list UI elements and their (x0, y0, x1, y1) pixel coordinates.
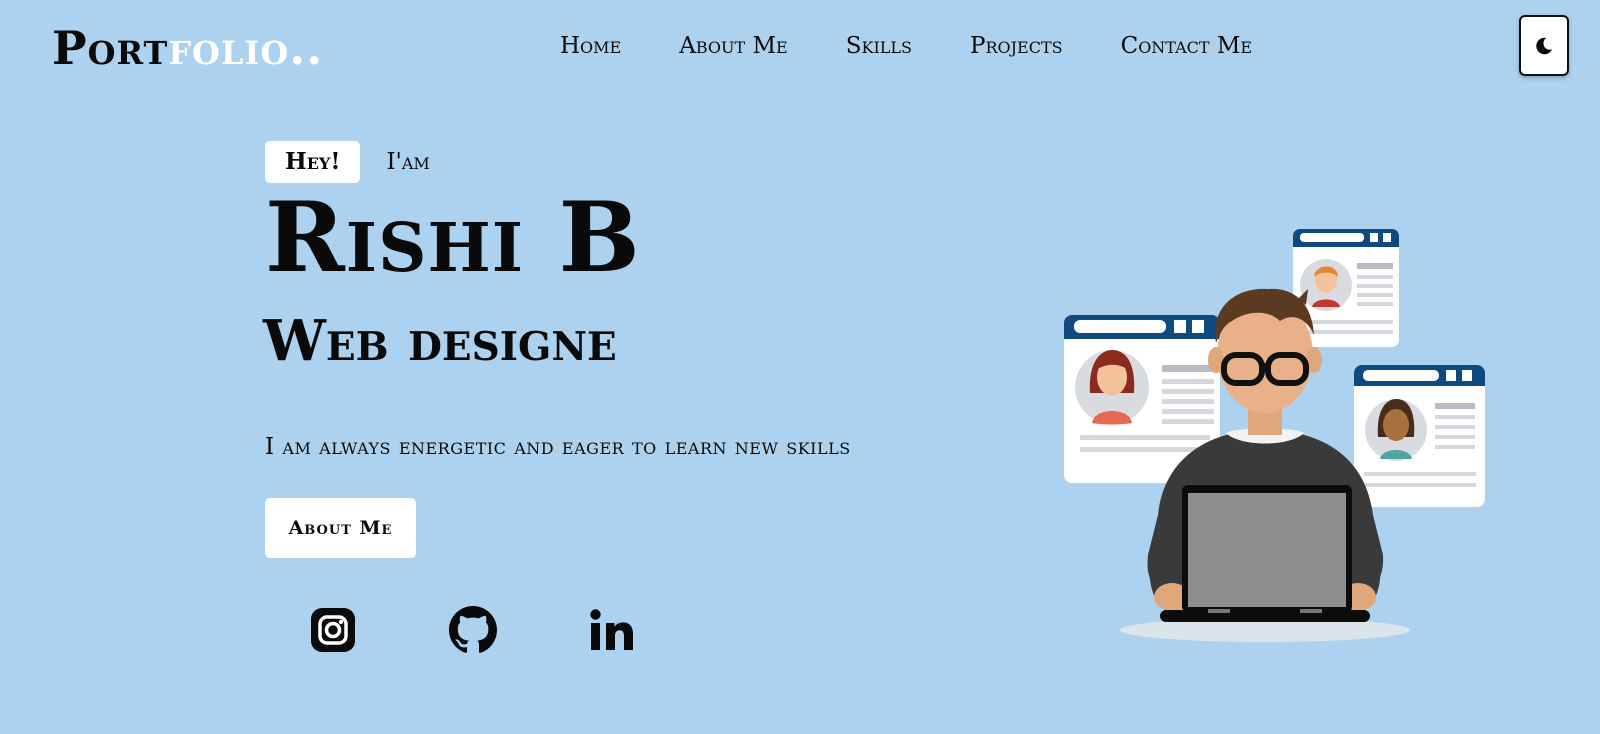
hero-role: Web designe (263, 308, 617, 374)
github-icon (449, 606, 497, 653)
profile-card-top (1293, 229, 1399, 347)
instagram-icon (311, 608, 355, 652)
logo[interactable]: Portfolio.. (52, 18, 323, 78)
intro-text: I'am (386, 149, 430, 175)
logo-primary: Port (52, 21, 169, 75)
greeting-badge: Hey! (265, 141, 361, 183)
moon-icon (1536, 37, 1553, 54)
github-link[interactable] (449, 606, 497, 654)
logo-secondary: folio.. (168, 21, 324, 75)
linkedin-icon (590, 609, 633, 650)
developer-illustration (1064, 229, 1485, 642)
greeting-row: Hey! I'am (265, 141, 430, 183)
hero-tagline: I am always energetic and eager to learn… (265, 434, 851, 460)
nav-projects[interactable]: Projects (970, 33, 1063, 59)
nav-contact-me[interactable]: Contact Me (1121, 33, 1253, 59)
hero-name: Rishi B (265, 181, 641, 294)
instagram-link[interactable] (309, 606, 357, 654)
portfolio-page: Portfolio.. Home About Me Skills Project… (0, 0, 1600, 734)
theme-toggle-button[interactable] (1519, 15, 1569, 76)
about-me-button[interactable]: About Me (265, 498, 416, 558)
nav-about-me[interactable]: About Me (679, 33, 787, 59)
nav-skills[interactable]: Skills (846, 33, 912, 59)
nav-home[interactable]: Home (560, 33, 621, 59)
main-nav: Home About Me Skills Projects Contact Me (560, 30, 1252, 62)
profile-card-right (1354, 365, 1485, 507)
linkedin-link[interactable] (588, 606, 636, 654)
